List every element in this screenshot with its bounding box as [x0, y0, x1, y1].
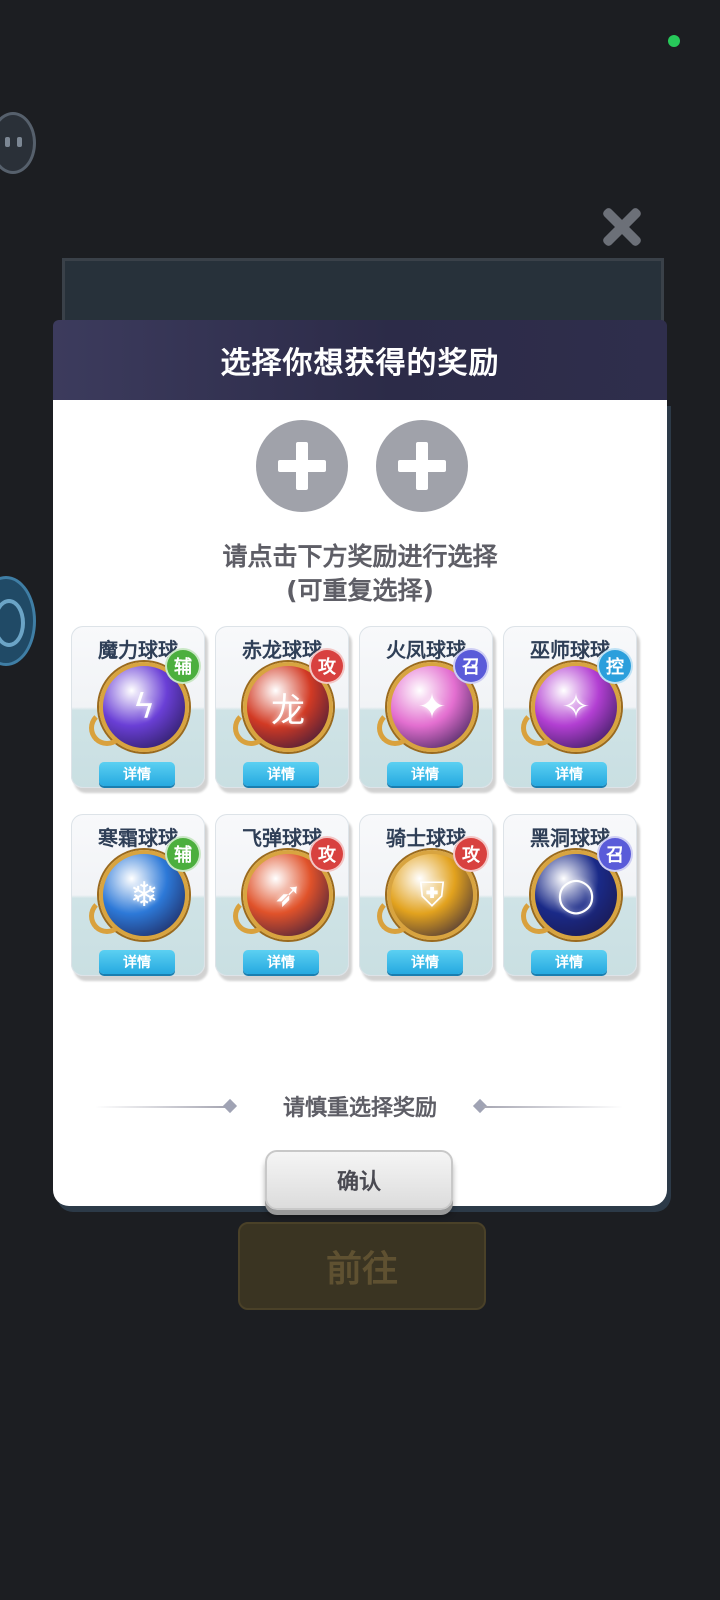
reward-card[interactable]: 赤龙球球龙攻详情: [215, 626, 349, 788]
status-indicator: [668, 35, 680, 47]
reward-card[interactable]: 飞弹球球 ➶ 攻详情: [215, 814, 349, 976]
confirm-button[interactable]: 确认: [265, 1150, 453, 1210]
reward-type-badge: 辅: [165, 836, 201, 872]
reward-type-badge: 控: [597, 648, 633, 684]
hint-line-2: (可重复选择): [286, 576, 434, 605]
reward-card[interactable]: 魔力球球 ϟ 辅详情: [71, 626, 205, 788]
close-icon[interactable]: [600, 205, 644, 249]
go-button[interactable]: 前往: [238, 1222, 486, 1310]
detail-button[interactable]: 详情: [243, 950, 319, 974]
gold-claw-icon: [233, 898, 269, 934]
reward-type-badge: 辅: [165, 648, 201, 684]
detail-button[interactable]: 详情: [531, 950, 607, 974]
side-menu-icon[interactable]: [0, 576, 36, 666]
gold-claw-icon: [89, 710, 125, 746]
robot-avatar-icon: [0, 112, 36, 174]
dialog-body: 请点击下方奖励进行选择 (可重复选择) 魔力球球 ϟ 辅详情 赤龙球球龙攻详情 火凤球球…: [53, 400, 667, 1210]
hint-line-1: 请点击下方奖励进行选择: [222, 542, 498, 571]
gold-claw-icon: [89, 898, 125, 934]
gold-claw-icon: [377, 898, 413, 934]
reward-type-badge: 召: [453, 648, 489, 684]
divider-right: [483, 1106, 623, 1108]
selection-hint: 请点击下方奖励进行选择 (可重复选择): [53, 540, 667, 608]
reward-select-dialog: 选择你想获得的奖励 请点击下方奖励进行选择 (可重复选择) 魔力球球 ϟ 辅详情 赤龙…: [53, 320, 667, 1210]
gold-claw-icon: [521, 710, 557, 746]
gold-claw-icon: [377, 710, 413, 746]
reward-card[interactable]: 寒霜球球 ❄ 辅详情: [71, 814, 205, 976]
detail-button[interactable]: 详情: [387, 762, 463, 786]
gold-claw-icon: [521, 898, 557, 934]
reward-card[interactable]: 火凤球球 ✦ 召详情: [359, 626, 493, 788]
reward-type-badge: 召: [597, 836, 633, 872]
detail-button[interactable]: 详情: [387, 950, 463, 974]
dialog-title: 选择你想获得的奖励: [53, 320, 667, 400]
gold-claw-icon: [233, 710, 269, 746]
detail-button[interactable]: 详情: [243, 762, 319, 786]
detail-button[interactable]: 详情: [99, 950, 175, 974]
detail-button[interactable]: 详情: [99, 762, 175, 786]
reward-card[interactable]: 黑洞球球 ◯ 召详情: [503, 814, 637, 976]
reward-type-badge: 攻: [309, 648, 345, 684]
reward-card[interactable]: 骑士球球 ⛨ 攻详情: [359, 814, 493, 976]
reward-type-badge: 攻: [453, 836, 489, 872]
reward-slot-1[interactable]: [256, 420, 348, 512]
reward-slot-2[interactable]: [376, 420, 468, 512]
detail-button[interactable]: 详情: [531, 762, 607, 786]
reward-type-badge: 攻: [309, 836, 345, 872]
reward-card[interactable]: 巫师球球 ✧ 控详情: [503, 626, 637, 788]
